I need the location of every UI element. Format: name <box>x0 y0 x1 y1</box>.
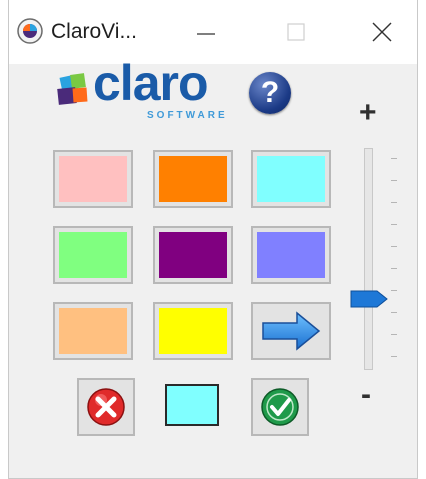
slider-tick <box>391 180 397 181</box>
title-bar: ClaroVi... <box>9 0 417 64</box>
cancel-x-icon <box>87 388 125 426</box>
maximize-icon <box>287 23 305 41</box>
swatch-pink-fill <box>59 156 127 202</box>
claro-software-logo: claro SOFTWARE <box>55 55 225 122</box>
minimize-icon <box>197 33 215 35</box>
swatch-green[interactable] <box>53 226 133 284</box>
help-button[interactable]: ? <box>249 72 291 114</box>
slider-tick <box>391 290 397 291</box>
swatch-pink[interactable] <box>53 150 133 208</box>
maximize-button <box>269 12 323 52</box>
ok-check-icon <box>261 388 299 426</box>
right-arrow-icon <box>262 311 321 351</box>
slider-tick <box>391 334 397 335</box>
slider-tick <box>391 246 397 247</box>
close-icon <box>372 22 392 42</box>
logo-wordmark: claro <box>93 55 209 111</box>
swatch-peach-fill <box>59 308 127 354</box>
slider-tick <box>391 158 397 159</box>
swatch-yellow-fill <box>159 308 227 354</box>
swatch-cyan-fill <box>257 156 325 202</box>
logo-tagline: SOFTWARE <box>147 110 228 121</box>
swatch-periwinkle-fill <box>257 232 325 278</box>
slider-tick <box>391 202 397 203</box>
swatch-periwinkle[interactable] <box>251 226 331 284</box>
close-button[interactable] <box>355 12 409 52</box>
next-page-button[interactable] <box>251 302 331 360</box>
swatch-orange[interactable] <box>153 150 233 208</box>
swatch-orange-fill <box>159 156 227 202</box>
minimize-button[interactable] <box>179 12 233 52</box>
opacity-decrease-label: - <box>361 378 371 411</box>
slider-tick <box>391 268 397 269</box>
cancel-button[interactable] <box>77 378 135 436</box>
swatch-cyan[interactable] <box>251 150 331 208</box>
swatch-peach[interactable] <box>53 302 133 360</box>
swatch-purple-fill <box>159 232 227 278</box>
ok-button[interactable] <box>251 378 309 436</box>
opacity-increase-label: + <box>359 96 377 129</box>
swatch-green-fill <box>59 232 127 278</box>
window-title: ClaroVi... <box>51 20 137 43</box>
color-preview <box>165 384 219 426</box>
clarovi-app-icon <box>17 18 43 44</box>
help-question-icon: ? <box>260 76 280 109</box>
opacity-slider-thumb[interactable] <box>350 288 388 310</box>
slider-tick <box>391 312 397 313</box>
opacity-slider-track[interactable] <box>364 148 373 370</box>
slider-tick <box>391 356 397 357</box>
clarovi-window: ClaroVi... claro SOFTWARE ? + - <box>8 0 418 479</box>
swatch-purple[interactable] <box>153 226 233 284</box>
slider-tick <box>391 224 397 225</box>
swatch-yellow[interactable] <box>153 302 233 360</box>
